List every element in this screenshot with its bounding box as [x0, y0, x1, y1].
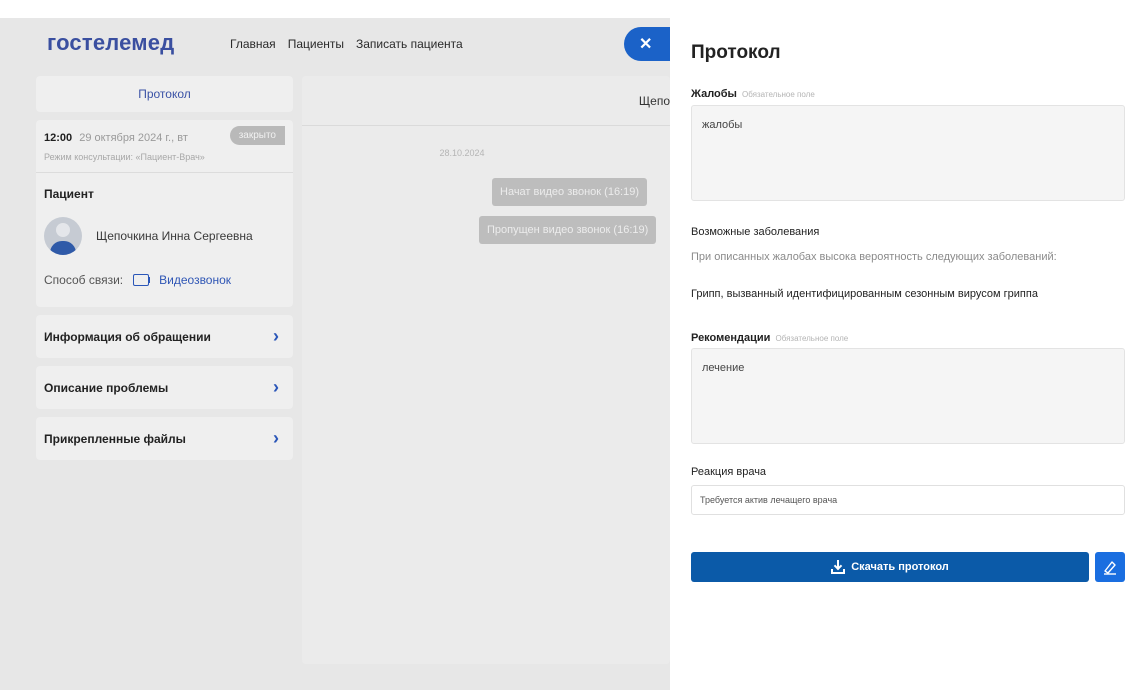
- download-protocol-button[interactable]: Скачать протокол: [691, 552, 1089, 582]
- recommendations-field[interactable]: лечение: [691, 348, 1125, 444]
- nav-book-patient[interactable]: Записать пациента: [356, 37, 463, 51]
- complaints-label-text: Жалобы: [691, 88, 737, 100]
- avatar: [44, 217, 82, 255]
- consult-date: 29 октября 2024 г., вт: [79, 132, 188, 144]
- page-title: Протокол: [691, 42, 781, 63]
- chevron-right-icon: ›: [273, 428, 279, 448]
- contact-value[interactable]: Видеозвонок: [159, 273, 231, 287]
- protocol-tab[interactable]: Протокол: [36, 76, 293, 112]
- download-label: Скачать протокол: [851, 561, 949, 573]
- required-note: Обязательное поле: [742, 90, 815, 99]
- video-camera-icon: [133, 274, 151, 286]
- nav-home[interactable]: Главная: [230, 37, 276, 51]
- chat-message: Пропущен видео звонок (16:19): [479, 216, 657, 244]
- chat-header: Щепо: [302, 76, 670, 126]
- recommendations-label-text: Рекомендации: [691, 332, 771, 344]
- protocol-panel: Протокол Жалобы Обязательное поле жалобы…: [670, 18, 1137, 690]
- close-icon: ✕: [639, 36, 653, 53]
- menu-item-label: Информация об обращении: [44, 329, 211, 344]
- recommendations-label: Рекомендации Обязательное поле: [691, 332, 848, 344]
- sign-button[interactable]: [1095, 552, 1125, 582]
- menu-item-problem-description[interactable]: Описание проблемы ›: [36, 366, 293, 409]
- complaints-label: Жалобы Обязательное поле: [691, 88, 815, 100]
- menu-item-request-info[interactable]: Информация об обращении ›: [36, 315, 293, 358]
- nav-patients[interactable]: Пациенты: [288, 37, 344, 51]
- consultation-sidebar: Протокол 12:00 29 октября 2024 г., вт за…: [36, 76, 293, 468]
- chevron-right-icon: ›: [273, 326, 279, 346]
- reaction-field[interactable]: Требуется актив лечащего врача: [691, 485, 1125, 515]
- diseases-title: Возможные заболевания: [691, 226, 820, 238]
- diseases-intro: При описанных жалобах высока вероятность…: [691, 251, 1057, 263]
- consultation-card: 12:00 29 октября 2024 г., вт закрыто Реж…: [36, 120, 293, 307]
- contact-method: Способ связи: Видеозвонок: [44, 273, 285, 287]
- close-panel-button[interactable]: ✕: [624, 27, 674, 61]
- menu-item-label: Описание проблемы: [44, 380, 169, 395]
- contact-label: Способ связи:: [44, 273, 124, 287]
- consult-time: 12:00: [44, 132, 73, 144]
- chat-date: 28.10.2024: [439, 148, 485, 158]
- patient-section: Пациент Щепочкина Инна Сергеевна Способ …: [36, 172, 293, 307]
- chevron-right-icon: ›: [273, 377, 279, 397]
- top-bar: гостелемед Главная Пациенты Записать пац…: [0, 18, 674, 76]
- reaction-label: Реакция врача: [691, 466, 767, 478]
- patient-title: Пациент: [44, 187, 94, 201]
- complaints-field[interactable]: жалобы: [691, 105, 1125, 201]
- patient-name[interactable]: Щепочкина Инна Сергеевна: [96, 229, 253, 243]
- chat-message: Начат видео звонок (16:19): [492, 178, 648, 206]
- chat-panel: Щепо 28.10.2024 Начат видео звонок (16:1…: [302, 76, 670, 664]
- signature-pen-icon: [1104, 561, 1116, 575]
- menu-item-label: Прикрепленные файлы: [44, 431, 186, 446]
- status-badge: закрыто: [229, 126, 285, 145]
- required-note: Обязательное поле: [775, 334, 849, 343]
- download-icon: [831, 560, 846, 574]
- menu-item-attached-files[interactable]: Прикрепленные файлы ›: [36, 417, 293, 460]
- logo[interactable]: гостелемед: [47, 30, 174, 56]
- main-nav: Главная Пациенты Записать пациента: [230, 37, 463, 51]
- disease-item: Грипп, вызванный идентифицированным сезо…: [691, 288, 1038, 300]
